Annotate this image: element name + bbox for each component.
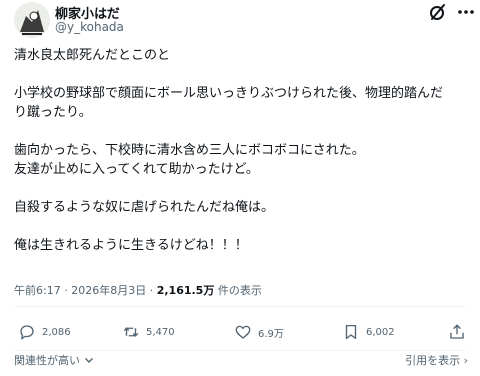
meta-separator: · — [149, 284, 154, 297]
grok-icon[interactable] — [428, 2, 448, 22]
avatar[interactable] — [14, 2, 50, 38]
post-time[interactable]: 午前6:17 — [14, 284, 61, 297]
post-date[interactable]: 2026年8月3日 — [71, 284, 146, 297]
views-label: 件の表示 — [217, 284, 262, 297]
post-line: 小学校の野球部で顔面にボール思いっきりぶつけられた後、物理的踏んだ — [14, 86, 444, 101]
sort-dropdown[interactable]: 関連性が高い — [14, 352, 94, 368]
meta-separator: · — [64, 284, 68, 297]
post-line: 友達が止めに入ってくれて助かったけど。 — [14, 162, 259, 177]
views-count: 2,161.5万 — [156, 284, 215, 297]
avatar-illustration-icon — [14, 2, 50, 38]
post-line: 歯向かったら、下校時に清水含め三人にボコボコにされた。 — [14, 143, 365, 158]
divider — [14, 350, 466, 351]
view-quotes-link[interactable]: 引用を表示 › — [405, 352, 468, 368]
bookmark-icon — [345, 324, 357, 340]
post-text: 清水良太郎死んだとこのと 小学校の野球部で顔面にボール思いっきりぶつけられた後、… — [14, 46, 470, 255]
like-button[interactable]: 6.9万 — [234, 320, 284, 344]
bookmark-button[interactable]: 6,002 — [342, 320, 395, 344]
share-icon — [450, 324, 464, 339]
action-bar: 2,086 5,470 6.9万 6,002 — [0, 320, 480, 344]
post-line: 清水良太郎死んだとこのと — [14, 48, 171, 63]
divider — [14, 306, 466, 307]
like-icon — [235, 325, 251, 339]
post-line: り蹴ったり。 — [14, 105, 92, 120]
bookmark-count: 6,002 — [366, 326, 395, 338]
post-meta: 午前6:17 · 2026年8月3日 · 2,161.5万 件の表示 — [14, 282, 262, 298]
post-header: 柳家小はだ @y_kohada — [0, 0, 480, 40]
post-line: 俺は生きれるように生きるけどね！！！ — [14, 238, 248, 253]
repost-button[interactable]: 5,470 — [122, 320, 175, 344]
author-handle[interactable]: @y_kohada — [55, 20, 124, 34]
share-button[interactable] — [448, 320, 472, 344]
repost-icon — [123, 327, 139, 337]
post-line: 自殺するような奴に虐げられたんだね俺は。 — [14, 200, 275, 215]
more-icon[interactable] — [456, 2, 476, 22]
reply-icon — [20, 325, 34, 340]
chevron-down-icon — [85, 358, 93, 363]
repost-count: 5,470 — [146, 326, 175, 338]
reply-count: 2,086 — [42, 326, 71, 338]
sort-label: 関連性が高い — [14, 354, 80, 367]
reply-button[interactable]: 2,086 — [18, 320, 71, 344]
like-count: 6.9万 — [258, 328, 284, 340]
